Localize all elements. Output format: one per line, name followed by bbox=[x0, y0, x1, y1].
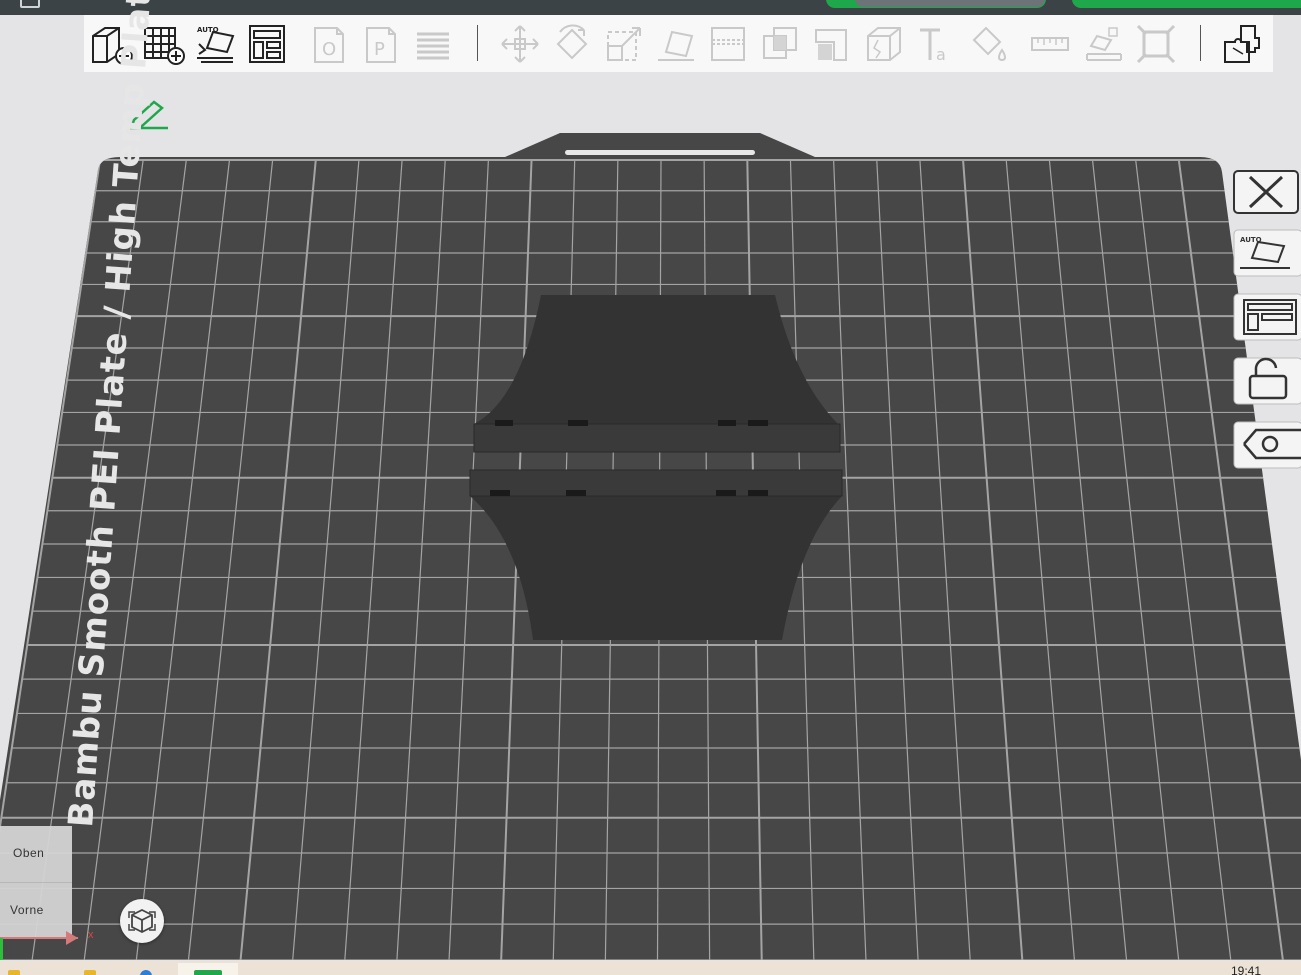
arrange-plate-button[interactable] bbox=[1230, 290, 1301, 342]
gear-icon bbox=[1233, 421, 1301, 469]
plate-handle-slot bbox=[565, 150, 755, 155]
reset-view-button[interactable] bbox=[120, 899, 164, 943]
build-plate-view[interactable]: Bambu Smooth PEI Plate / High Temp Plate bbox=[0, 0, 1301, 975]
lock-plate-button[interactable] bbox=[1230, 354, 1301, 406]
auto-orient-plate-button[interactable]: AUTO bbox=[1230, 226, 1301, 278]
os-taskbar: 19:41 bbox=[0, 961, 1301, 975]
view-cube-front-label: Vorne bbox=[10, 903, 44, 917]
file-explorer-icon[interactable] bbox=[8, 970, 20, 975]
plate-settings-button[interactable] bbox=[1230, 418, 1301, 470]
bambu-studio-icon[interactable] bbox=[194, 970, 222, 975]
lock-icon bbox=[1233, 357, 1301, 405]
close-icon bbox=[1233, 170, 1299, 214]
view-cube-top-label: Oben bbox=[13, 846, 45, 860]
x-axis-arrow bbox=[66, 931, 78, 945]
x-axis-label: x bbox=[88, 929, 94, 941]
folder-icon[interactable] bbox=[84, 970, 96, 975]
browser-icon[interactable] bbox=[140, 970, 152, 975]
y-axis-indicator bbox=[0, 938, 3, 960]
delete-plate-button[interactable] bbox=[1230, 165, 1301, 217]
clock: 19:41 bbox=[1230, 964, 1261, 975]
plate-side-panel: AUTO bbox=[1226, 160, 1301, 490]
arrange-icon bbox=[1233, 293, 1301, 341]
view-cube[interactable]: Oben Vorne bbox=[0, 826, 72, 938]
auto-orient-icon: AUTO bbox=[1233, 229, 1301, 277]
view-reset-icon bbox=[128, 908, 156, 934]
